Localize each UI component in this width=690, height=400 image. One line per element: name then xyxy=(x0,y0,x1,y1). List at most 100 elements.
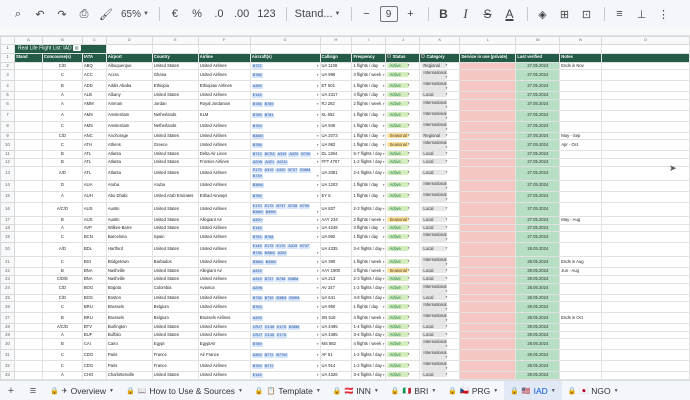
sheet-tab-bri[interactable]: 🔒 🇮🇹 BRI ▼ xyxy=(385,381,443,400)
airport-cell[interactable]: Brussels xyxy=(105,301,153,314)
chevron-down-icon[interactable]: ▾ xyxy=(383,133,385,139)
stand-cell[interactable] xyxy=(13,330,43,340)
aircraft-cell[interactable]: A320 ▾ xyxy=(249,215,321,225)
country-cell[interactable]: United States xyxy=(151,267,199,276)
category-badge[interactable]: International ▾ xyxy=(421,122,448,132)
category-cell[interactable]: Local ▾ xyxy=(419,274,461,284)
status-cell[interactable]: Active ▾ xyxy=(385,301,421,314)
chevron-down-icon[interactable]: ▾ xyxy=(317,142,319,149)
aircraft-cell[interactable]: B763 ▾ xyxy=(249,120,321,133)
status-cell[interactable]: Active ▾ xyxy=(385,349,421,362)
chevron-down-icon[interactable]: ▾ xyxy=(383,352,385,359)
chevron-down-icon[interactable]: ▾ xyxy=(383,83,385,90)
notes-cell[interactable] xyxy=(559,150,603,159)
select-all-corner[interactable] xyxy=(0,36,15,45)
chevron-down-icon[interactable]: ▾ xyxy=(383,315,385,322)
column-title[interactable]: Notes xyxy=(559,52,603,63)
stand-cell[interactable] xyxy=(13,61,43,71)
frequency-cell[interactable]: 1 flights / week ▾ xyxy=(351,256,387,269)
country-cell[interactable]: United States xyxy=(151,223,199,233)
chevron-down-icon[interactable]: ▾ xyxy=(383,152,385,158)
aircraft-cell[interactable]: B737 ▾ xyxy=(249,61,321,71)
column-title[interactable]: Concourse(s) xyxy=(41,52,83,63)
chevron-down-icon[interactable]: ▾ xyxy=(317,123,319,130)
concourse-cell[interactable]: A xyxy=(41,190,83,203)
column-header[interactable]: G xyxy=(249,36,321,45)
iata-cell[interactable]: CDG xyxy=(81,349,107,362)
frequency-cell[interactable]: 1-2 flights / day ▾ xyxy=(351,157,387,167)
airline-cell[interactable]: United Airlines xyxy=(197,301,251,314)
chevron-down-icon[interactable]: ▾ xyxy=(317,352,319,359)
status-badge[interactable]: Active ▾ xyxy=(387,294,410,300)
chevron-down-icon[interactable]: ▾ xyxy=(317,93,319,99)
airline-cell[interactable]: United Airlines xyxy=(197,61,251,71)
column-header[interactable]: J xyxy=(385,36,421,45)
category-cell[interactable]: Local ▾ xyxy=(419,371,461,380)
frequency-cell[interactable]: 3-4 flights / day ▾ xyxy=(351,330,387,340)
airline-cell[interactable]: United Airlines xyxy=(197,223,251,233)
private-service-cell[interactable] xyxy=(459,312,517,325)
currency-button[interactable]: € xyxy=(165,3,185,25)
aircraft-cell[interactable]: B788 B789 ▾ xyxy=(249,98,321,111)
category-cell[interactable]: Local ▾ xyxy=(419,267,461,276)
category-badge[interactable]: International ▾ xyxy=(421,302,448,312)
private-service-cell[interactable] xyxy=(459,360,517,373)
empty-cell[interactable] xyxy=(601,98,690,111)
category-cell[interactable]: International ▾ xyxy=(419,312,461,325)
column-title[interactable]: Service in use (private) xyxy=(459,52,517,63)
country-cell[interactable]: France xyxy=(151,360,199,373)
chevron-down-icon[interactable]: ▾ xyxy=(383,246,385,253)
frequency-cell[interactable]: 2 flights / week ▾ xyxy=(351,267,387,276)
callsign-cell[interactable]: DL 1394 xyxy=(319,150,353,159)
country-cell[interactable]: United States xyxy=(151,323,199,332)
concourse-cell[interactable]: B xyxy=(41,312,83,325)
last-verified-cell[interactable]: 27.05.2024 xyxy=(515,120,561,133)
bold-button[interactable]: B xyxy=(434,3,454,25)
chevron-down-icon[interactable]: ▼ xyxy=(316,388,321,394)
airline-cell[interactable]: Etihad Airways xyxy=(197,190,251,203)
last-verified-cell[interactable]: 27.05.2024 xyxy=(515,215,561,225)
last-verified-cell[interactable]: 27.05.2024 xyxy=(515,157,561,167)
status-badge[interactable]: Active ▾ xyxy=(387,123,410,129)
category-cell[interactable]: International ▾ xyxy=(419,80,461,93)
empty-cell[interactable] xyxy=(601,109,690,122)
category-cell[interactable]: Local ▾ xyxy=(419,91,461,100)
aircraft-cell[interactable]: E175 A319 A320 B737 B38M B739 ▾ xyxy=(249,165,321,181)
category-badge[interactable]: International ▾ xyxy=(421,339,448,349)
stand-cell[interactable] xyxy=(13,312,43,325)
empty-cell[interactable] xyxy=(601,338,690,351)
callsign-cell[interactable]: UA 1106 xyxy=(319,61,353,71)
callsign-cell[interactable]: UA 914 xyxy=(319,360,353,373)
status-badge[interactable]: Active ▾ xyxy=(387,259,410,265)
airport-cell[interactable]: Atlanta xyxy=(105,165,153,181)
chevron-down-icon[interactable]: ▾ xyxy=(383,259,385,266)
concourse-cell[interactable]: C xyxy=(41,231,83,244)
callsign-cell[interactable]: UA 946 xyxy=(319,120,353,133)
zoom-select[interactable]: 65% ▼ xyxy=(118,3,152,25)
undo-icon[interactable]: ↶ xyxy=(30,3,50,25)
airline-cell[interactable]: United Airlines xyxy=(197,139,251,152)
status-badge[interactable]: Active ▾ xyxy=(387,224,410,230)
concourse-cell[interactable]: A/D xyxy=(41,165,83,181)
private-service-cell[interactable] xyxy=(459,256,517,269)
frequency-cell[interactable]: 2-3 flights / day ▾ xyxy=(351,274,387,284)
concourse-cell[interactable]: C/D xyxy=(41,61,83,71)
paint-format-icon[interactable]: 🖌 xyxy=(96,3,116,25)
row-number[interactable]: 1 xyxy=(0,43,15,54)
iata-cell[interactable]: AUS xyxy=(81,215,107,225)
category-badge[interactable]: Regional ▾ xyxy=(421,63,448,68)
stand-cell[interactable] xyxy=(13,80,43,93)
aircraft-cell[interactable]: B788 ▾ xyxy=(249,69,321,82)
callsign-cell[interactable]: UA 4249 xyxy=(319,223,353,233)
print-icon[interactable]: ⎙ xyxy=(74,3,94,25)
status-badge[interactable]: Active ▾ xyxy=(387,101,410,107)
row-number[interactable]: 23 xyxy=(0,274,15,284)
chevron-down-icon[interactable]: ▾ xyxy=(383,269,385,275)
airport-cell[interactable]: Albuquerque xyxy=(105,61,153,71)
iata-cell[interactable]: ADD xyxy=(81,80,107,93)
row-number[interactable]: 12 xyxy=(0,157,15,167)
airline-cell[interactable]: United Airlines xyxy=(197,360,251,373)
category-badge[interactable]: Regional ▾ xyxy=(421,133,448,138)
airline-cell[interactable]: United Airlines xyxy=(197,201,251,217)
status-cell[interactable]: Seasonal ▾ xyxy=(385,131,421,141)
